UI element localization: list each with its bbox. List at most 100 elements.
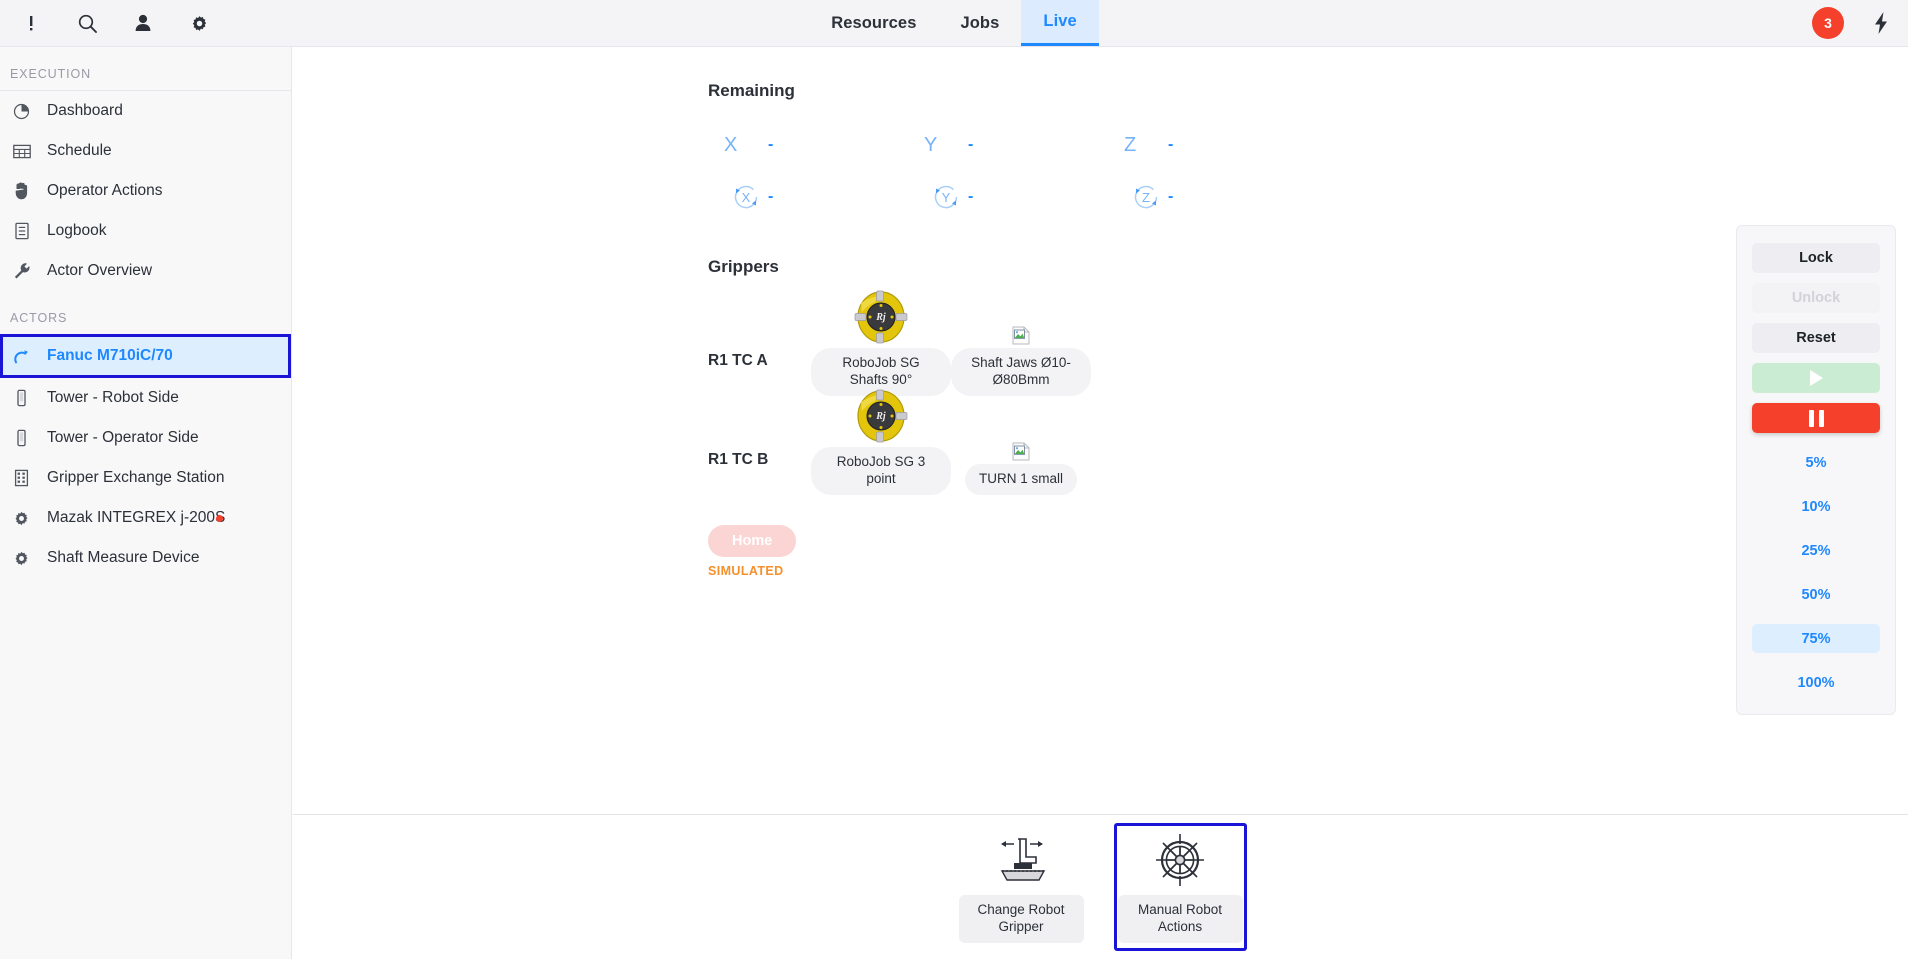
user-icon[interactable]	[130, 10, 156, 36]
clipboard-icon	[12, 222, 31, 241]
action-label: Manual Robot Actions	[1117, 895, 1243, 943]
sidebar-item-label: Mazak INTEGREX j-200S	[47, 509, 226, 526]
sidebar-section-actors: ACTORS	[10, 311, 68, 325]
lightning-bolt-icon[interactable]	[1870, 11, 1892, 35]
axis-cell-rz: Z -	[1108, 180, 1308, 214]
sidebar-item-shaft-measure-device[interactable]: Shaft Measure Device	[0, 538, 291, 578]
lock-button[interactable]: Lock	[1752, 243, 1880, 273]
tower-icon	[12, 429, 31, 448]
main-content: Remaining X - Y - Z - X - Y - Z - Grippe…	[293, 47, 1908, 814]
svg-text:X: X	[742, 190, 751, 205]
gripper-change-icon	[988, 831, 1054, 887]
gripper-slot[interactable]: TURN 1 small	[951, 405, 1091, 495]
svg-text:Rj: Rj	[875, 312, 886, 323]
tab-resources[interactable]: Resources	[809, 0, 938, 46]
speed-option-5[interactable]: 5%	[1752, 448, 1880, 477]
gripper-slot[interactable]: Rj RoboJob SG 3 point	[811, 388, 951, 495]
sidebar-item-label: Operator Actions	[47, 182, 163, 199]
notification-badge[interactable]: 3	[1812, 7, 1844, 39]
linear-axis-row: X - Y - Z -	[708, 119, 1308, 171]
gripper-row-tc-a: R1 TC A Rj RoboJob SG Shafts 90° Shaft J…	[708, 290, 1908, 396]
alert-icon[interactable]	[18, 10, 44, 36]
gripper-row-label: R1 TC B	[708, 451, 769, 468]
tab-live[interactable]: Live	[1021, 0, 1099, 46]
rotational-axis-row: X - Y - Z -	[708, 171, 1308, 223]
speed-option-25[interactable]: 25%	[1752, 536, 1880, 565]
gripper-photo: Rj	[853, 289, 909, 345]
status-alert-dot	[216, 514, 223, 522]
robot-control-panel: Lock Unlock Reset 5% 10% 25% 50% 75% 100…	[1736, 225, 1896, 715]
rack-icon	[12, 469, 31, 488]
axis-label-x: X	[724, 133, 738, 156]
svg-text:Z: Z	[1142, 190, 1150, 205]
action-label: Change Robot Gripper	[958, 895, 1084, 943]
bottom-action-bar: Change Robot Gripper Manual Robot Action…	[293, 814, 1908, 959]
pie-chart-icon	[12, 102, 31, 121]
axis-cell-rx: X -	[708, 180, 908, 214]
gripper-label[interactable]: TURN 1 small	[964, 464, 1077, 495]
main-navigation: Resources Jobs Live	[0, 0, 1908, 46]
gripper-row-label: R1 TC A	[708, 352, 768, 369]
rotation-x-icon: X	[708, 180, 768, 214]
sidebar-item-gripper-exchange-station[interactable]: Gripper Exchange Station	[0, 458, 291, 498]
settings-gear-icon[interactable]	[186, 10, 212, 36]
reset-button[interactable]: Reset	[1752, 323, 1880, 353]
speed-option-50[interactable]: 50%	[1752, 580, 1880, 609]
sidebar-item-label: Schedule	[47, 142, 112, 159]
sidebar-item-actor-overview[interactable]: Actor Overview	[0, 251, 291, 291]
home-button[interactable]: Home	[708, 525, 797, 557]
sidebar-item-tower-operator-side[interactable]: Tower - Operator Side	[0, 418, 291, 458]
change-robot-gripper-action[interactable]: Change Robot Gripper	[955, 823, 1088, 951]
sidebar-item-logbook[interactable]: Logbook	[0, 211, 291, 251]
ship-wheel-icon	[1151, 831, 1209, 887]
speed-option-75[interactable]: 75%	[1752, 624, 1880, 653]
search-icon[interactable]	[74, 10, 100, 36]
gear-icon	[12, 549, 31, 568]
gripper-label[interactable]: Shaft Jaws Ø10-Ø80Bmm	[951, 348, 1091, 396]
svg-text:Rj: Rj	[875, 411, 886, 422]
sidebar-item-dashboard[interactable]: Dashboard	[0, 91, 291, 131]
gripper-row-tc-b: R1 TC B Rj RoboJob SG 3 point TURN 1 sma…	[708, 389, 1908, 495]
broken-image-icon	[1012, 289, 1030, 345]
speed-option-100[interactable]: 100%	[1752, 668, 1880, 697]
axis-label-z: Z	[1124, 133, 1137, 156]
axis-value-z: -	[1168, 136, 1174, 153]
play-button[interactable]	[1752, 363, 1880, 393]
remaining-axes: X - Y - Z - X - Y - Z -	[708, 119, 1308, 223]
manual-robot-actions-action[interactable]: Manual Robot Actions	[1113, 823, 1247, 951]
gripper-slot[interactable]: Shaft Jaws Ø10-Ø80Bmm	[951, 289, 1091, 396]
gripper-label[interactable]: RoboJob SG 3 point	[811, 447, 951, 495]
sidebar-item-label: Tower - Operator Side	[47, 429, 199, 446]
robot-arm-icon	[12, 347, 31, 366]
sidebar-item-label: Actor Overview	[47, 262, 153, 279]
top-bar-icon-group	[0, 10, 212, 36]
sidebar-item-label: Gripper Exchange Station	[47, 469, 225, 486]
speed-option-10[interactable]: 10%	[1752, 492, 1880, 521]
sidebar-item-label: Shaft Measure Device	[47, 549, 200, 566]
sidebar-item-schedule[interactable]: Schedule	[0, 131, 291, 171]
sidebar-item-tower-robot-side[interactable]: Tower - Robot Side	[0, 378, 291, 418]
axis-value-rx: -	[768, 188, 774, 205]
top-bar-right-group: 3	[1812, 0, 1892, 46]
rotation-z-icon: Z	[1108, 180, 1168, 214]
axis-label-y: Y	[924, 133, 938, 156]
sidebar-item-mazak-integrex-j-200s[interactable]: Mazak INTEGREX j-200S	[0, 498, 291, 538]
top-bar: Resources Jobs Live 3	[0, 0, 1908, 47]
pause-button[interactable]	[1752, 403, 1880, 433]
tab-jobs[interactable]: Jobs	[938, 0, 1021, 46]
axis-value-rz: -	[1168, 188, 1174, 205]
sidebar: EXECUTION Dashboard Schedule Operator Ac…	[0, 47, 292, 959]
sidebar-item-fanuc-m710ic-70[interactable]: Fanuc M710iC/70	[0, 334, 291, 378]
tower-icon	[12, 389, 31, 408]
axis-cell-x: X -	[708, 134, 908, 157]
wrench-icon	[12, 262, 31, 281]
sidebar-item-label: Fanuc M710iC/70	[47, 347, 173, 364]
grippers-title: Grippers	[708, 257, 779, 276]
gripper-photo: Rj	[853, 388, 909, 444]
unlock-button[interactable]: Unlock	[1752, 283, 1880, 313]
axis-value-ry: -	[968, 188, 974, 205]
svg-text:Y: Y	[942, 190, 951, 205]
gripper-slot[interactable]: Rj RoboJob SG Shafts 90°	[811, 289, 951, 396]
sidebar-item-label: Logbook	[47, 222, 107, 239]
sidebar-item-operator-actions[interactable]: Operator Actions	[0, 171, 291, 211]
